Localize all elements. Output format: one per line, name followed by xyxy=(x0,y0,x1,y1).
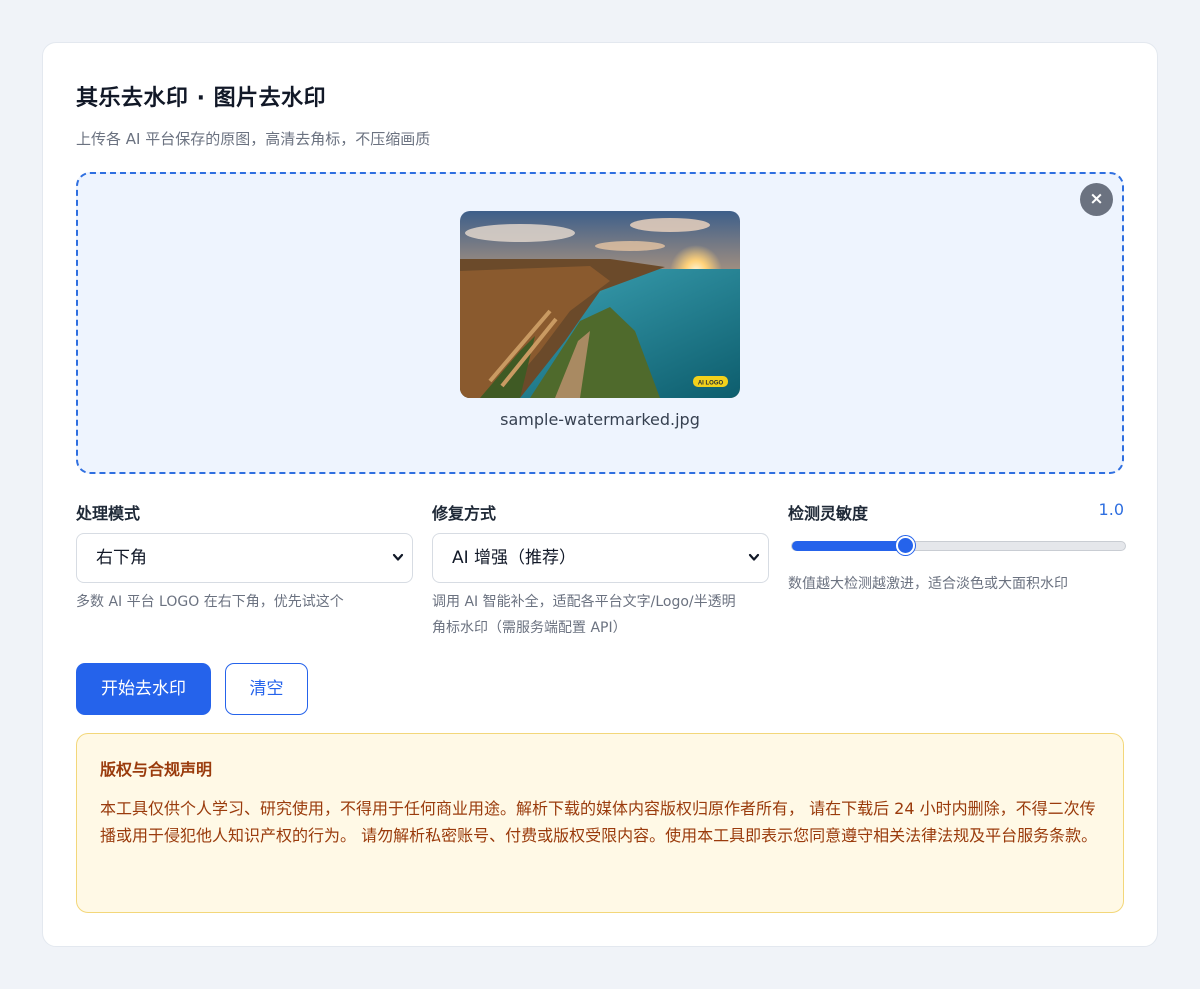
uploaded-filename: sample-watermarked.jpg xyxy=(500,410,700,429)
mode-hint: 多数 AI 平台 LOGO 在右下角，优先试这个 xyxy=(76,594,344,610)
mode-label: 处理模式 xyxy=(76,504,141,523)
chevron-down-icon xyxy=(392,553,404,561)
repair-select[interactable]: AI 增强（推荐） xyxy=(432,533,769,583)
page-subtitle: 上传各 AI 平台保存的原图，高清去角标，不压缩画质 xyxy=(76,130,431,148)
repair-select-value: AI 增强（推荐） xyxy=(452,548,577,568)
repair-label: 修复方式 xyxy=(432,504,497,523)
notice-body: 本工具仅供个人学习、研究使用，不得用于任何商业用途。解析下载的媒体内容版权归原作… xyxy=(100,799,1098,845)
page-title: 其乐去水印 · 图片去水印 xyxy=(76,86,327,111)
chevron-down-icon xyxy=(748,553,760,561)
start-remove-watermark-button[interactable]: 开始去水印 xyxy=(76,663,211,715)
clear-button[interactable]: 清空 xyxy=(225,663,308,715)
sensitivity-slider-fill xyxy=(792,541,906,551)
sensitivity-hint: 数值越大检测越激进，适合淡色或大面积水印 xyxy=(788,576,1068,592)
sensitivity-value: 1.0 xyxy=(1098,500,1124,519)
mode-select-value: 右下角 xyxy=(96,548,147,568)
sensitivity-slider[interactable] xyxy=(791,541,1126,551)
close-icon: × xyxy=(1089,189,1104,209)
mode-select[interactable]: 右下角 xyxy=(76,533,413,583)
repair-hint-line2: 角标水印（需服务端配置 API） xyxy=(432,620,627,636)
preview-watermark-badge: AI LOGO xyxy=(698,381,724,387)
image-preview: AI LOGO xyxy=(460,211,740,398)
repair-hint-line1: 调用 AI 智能补全，适配各平台文字/Logo/半透明 xyxy=(432,594,736,610)
remove-image-button[interactable]: × xyxy=(1080,183,1113,216)
sensitivity-slider-thumb[interactable] xyxy=(895,536,915,555)
sensitivity-label: 检测灵敏度 xyxy=(788,504,869,523)
notice-title: 版权与合规声明 xyxy=(100,760,213,779)
repair-hint: 调用 AI 智能补全，适配各平台文字/Logo/半透明 角标水印（需服务端配置 … xyxy=(432,589,772,641)
